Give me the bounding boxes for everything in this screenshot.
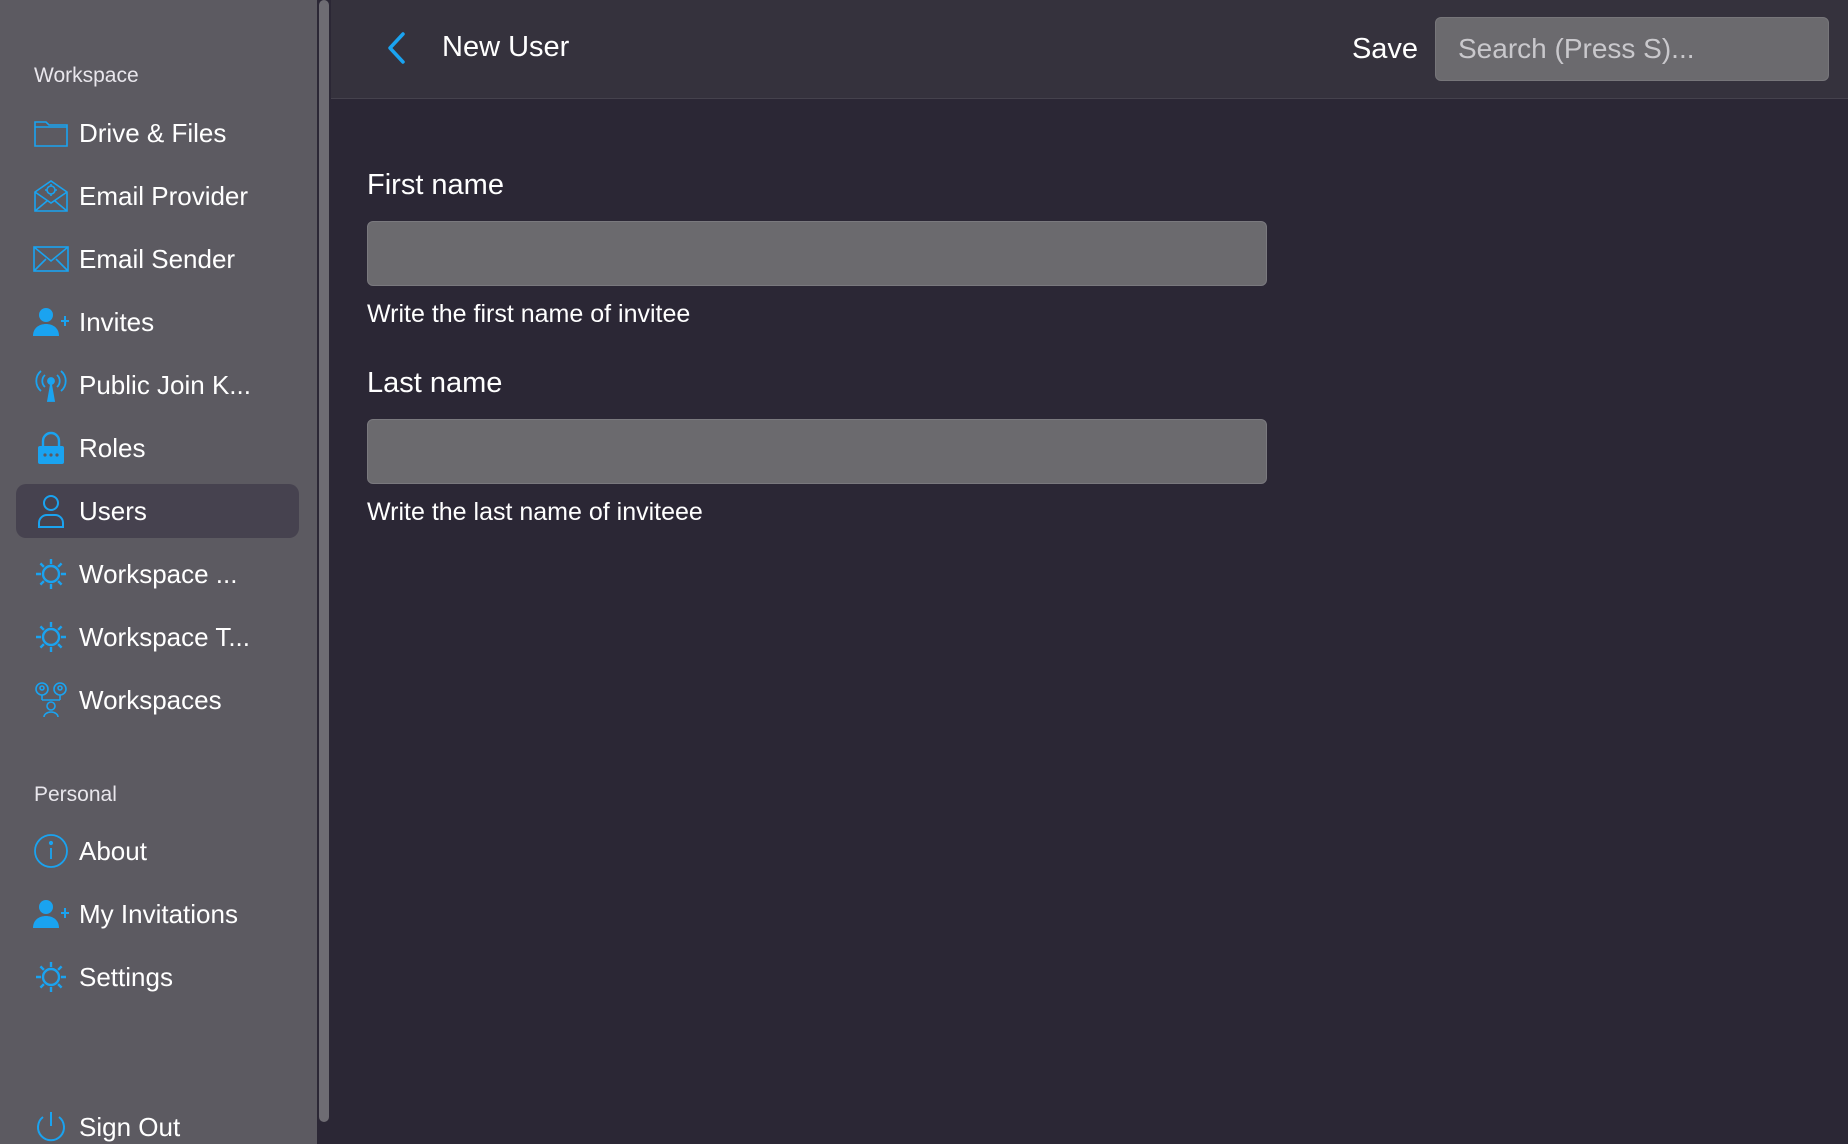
back-button[interactable] xyxy=(381,28,411,68)
user-plus-icon xyxy=(33,896,69,932)
sidebar-item-drive-files[interactable]: Drive & Files xyxy=(16,106,299,160)
save-button[interactable]: Save xyxy=(1331,26,1439,72)
last-name-field[interactable] xyxy=(367,419,1267,484)
sidebar-item-invites[interactable]: Invites xyxy=(16,295,299,349)
first-name-help: Write the first name of invitee xyxy=(367,300,691,328)
sidebar-item-workspace-settings[interactable]: Workspace ... xyxy=(16,547,299,601)
lock-icon xyxy=(33,430,69,466)
sidebar-item-label: Roles xyxy=(79,432,146,463)
sidebar-section-workspace: Workspace xyxy=(34,64,139,87)
sidebar-item-label: Email Sender xyxy=(79,243,236,274)
first-name-label: First name xyxy=(367,169,504,201)
sidebar-scrollbar[interactable] xyxy=(317,0,331,1144)
sidebar-item-label: Users xyxy=(79,495,147,526)
sidebar-item-label: My Invitations xyxy=(79,898,238,929)
sidebar-item-roles[interactable]: Roles xyxy=(16,421,299,475)
sidebar-item-label: About xyxy=(79,835,147,866)
user-plus-icon xyxy=(33,304,69,340)
sidebar-item-label: Invites xyxy=(79,306,155,337)
top-bar: New User Save xyxy=(331,0,1848,99)
sidebar-scrollbar-thumb[interactable] xyxy=(319,0,329,1122)
last-name-help: Write the last name of inviteee xyxy=(367,498,703,526)
power-icon xyxy=(33,1109,69,1144)
workspaces-icon xyxy=(33,682,69,718)
sidebar-item-label: Drive & Files xyxy=(79,117,227,148)
gear-icon xyxy=(33,959,69,995)
sidebar-item-label: Settings xyxy=(79,961,173,992)
broadcast-icon xyxy=(33,367,69,403)
sidebar-item-users[interactable]: Users xyxy=(16,484,299,538)
gear-icon xyxy=(33,556,69,592)
first-name-field[interactable] xyxy=(367,221,1267,286)
sidebar-item-public-join-keys[interactable]: Public Join K... xyxy=(16,358,299,412)
sidebar-item-label: Workspace T... xyxy=(79,621,250,652)
sidebar-item-my-invitations[interactable]: My Invitations xyxy=(16,887,299,941)
sidebar-item-about[interactable]: About xyxy=(16,824,299,878)
folder-icon xyxy=(33,115,69,151)
page-title: New User xyxy=(442,31,570,63)
app-window: Workspace Drive & Files Email Provider E… xyxy=(0,0,1848,1144)
chevron-left-icon xyxy=(388,32,405,64)
gear-icon xyxy=(33,619,69,655)
last-name-label: Last name xyxy=(367,367,503,399)
sidebar-item-email-sender[interactable]: Email Sender xyxy=(16,232,299,286)
sign-out-button[interactable]: Sign Out xyxy=(16,1100,299,1144)
sidebar-item-label: Public Join K... xyxy=(79,369,251,400)
sidebar-item-label: Workspaces xyxy=(79,684,222,715)
sidebar-item-label: Workspace ... xyxy=(79,558,238,589)
sidebar-item-label: Email Provider xyxy=(79,180,249,211)
search-input[interactable] xyxy=(1435,17,1829,81)
sidebar-section-personal: Personal xyxy=(34,783,117,806)
sign-out-label: Sign Out xyxy=(79,1111,181,1142)
sidebar-item-email-provider[interactable]: Email Provider xyxy=(16,169,299,223)
sidebar-item-workspace-types[interactable]: Workspace T... xyxy=(16,610,299,664)
user-icon xyxy=(33,493,69,529)
sidebar-item-settings[interactable]: Settings xyxy=(16,950,299,1004)
info-icon xyxy=(33,833,69,869)
envelope-icon xyxy=(33,241,69,277)
email-provider-icon xyxy=(33,178,69,214)
sidebar: Workspace Drive & Files Email Provider E… xyxy=(0,0,317,1144)
sidebar-item-workspaces[interactable]: Workspaces xyxy=(16,673,299,727)
